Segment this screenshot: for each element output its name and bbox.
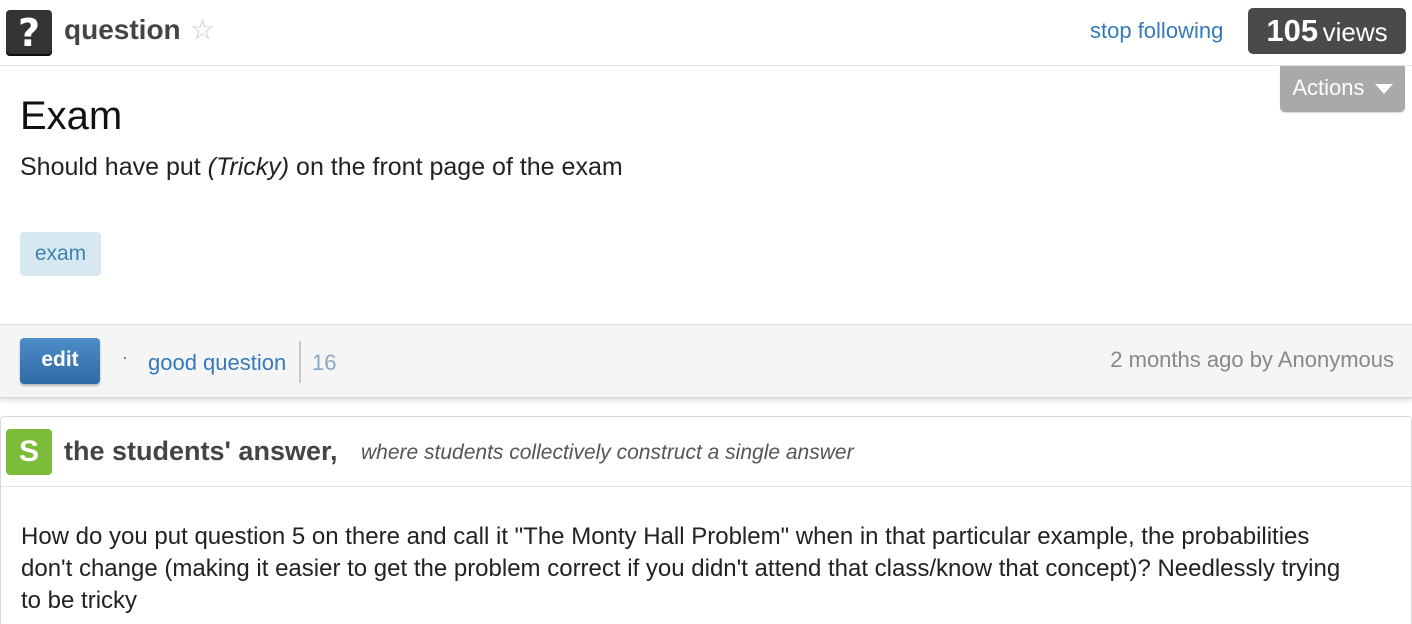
question-title: Exam [20,94,123,138]
actions-label: Actions [1292,75,1365,100]
question-body-text: Should have put [20,153,208,181]
divider [299,341,301,383]
actions-dropdown-button[interactable]: Actions [1280,66,1405,112]
question-body: Should have put (Tricky) on the front pa… [20,153,623,182]
students-answer-title: the students' answer, [64,436,338,466]
post-type-label: question [64,14,181,45]
students-answer-body: How do you put question 5 on there and c… [21,523,1341,614]
students-answer-section: S the students' answer, where students c… [0,416,1412,624]
students-answer-header: S the students' answer, where students c… [1,417,1411,487]
question-footer: edit · good question 16 2 months ago by … [0,324,1412,398]
post-meta: 2 months ago by Anonymous [1110,347,1394,372]
students-icon: S [6,429,52,475]
good-question-count: 16 [312,350,337,375]
views-count: 105 [1266,13,1319,48]
good-question-button[interactable]: good question [148,350,286,376]
views-badge: 105 views [1248,8,1406,54]
question-mark-icon: ? [6,10,52,56]
question-body-text-end: on the front page of the exam [289,153,623,181]
question-header: ? question ☆ stop following 105 views [0,0,1412,66]
views-label: views [1322,17,1388,47]
question-body-emphasis: (Tricky) [207,153,290,181]
students-answer-subtitle: where students collectively construct a … [361,441,854,464]
edit-button[interactable]: edit [20,338,100,384]
caret-down-icon [1374,84,1393,95]
tag-exam[interactable]: exam [20,232,101,276]
stop-following-link[interactable]: stop following [1090,18,1223,44]
separator-dot: · [122,347,128,367]
star-icon[interactable]: ☆ [190,13,215,46]
